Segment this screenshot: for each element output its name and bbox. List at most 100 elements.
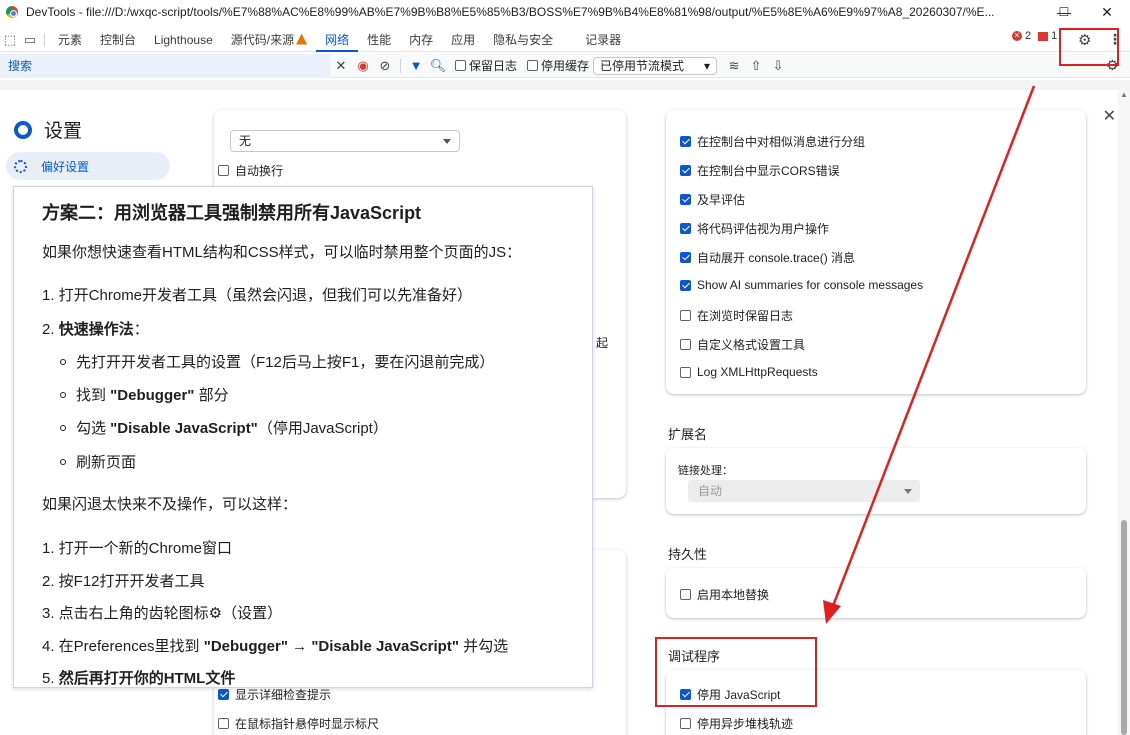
checkbox-label: 自动展开 console.trace() 消息 — [697, 251, 856, 265]
network-conditions-icon[interactable]: ≋ — [723, 58, 745, 74]
checkbox-box — [680, 589, 691, 600]
tab-network[interactable]: 网络 — [316, 28, 359, 52]
tab-lighthouse[interactable]: Lighthouse — [145, 28, 222, 52]
close-search-icon[interactable]: ✕ — [330, 58, 352, 74]
tutorial-fallback: 如果闪退太快来不及操作，可以这样： — [42, 496, 298, 513]
step-bold-text: "Disable JavaScript" — [311, 638, 459, 655]
tab-recorder[interactable]: 记录器 — [576, 28, 630, 52]
treat-as-user-checkbox[interactable]: 将代码评估视为用户操作 — [680, 220, 829, 237]
show-rulers-label: 在鼠标指针悬停时显示标尺 — [235, 717, 380, 731]
bullet-text: 刷新页面 — [76, 454, 137, 471]
checkbox-box — [527, 60, 539, 71]
checkbox-label: 及早评估 — [697, 193, 746, 207]
filter-icon[interactable]: ▼ — [405, 58, 427, 73]
tutorial-bullet: 勾选 "Disable JavaScript"（停用JavaScript） — [60, 417, 388, 438]
filter-row-background — [0, 80, 1130, 90]
search-icon[interactable]: 🔍︎ — [427, 58, 449, 74]
checkbox-box — [680, 310, 691, 321]
gear-highlight-box — [1059, 28, 1119, 66]
arrow-text: → — [287, 638, 312, 655]
message-icon — [1038, 31, 1049, 41]
tutorial-intro: 如果你想快速查看HTML结构和CSS样式，可以临时禁用整个页面的JS： — [42, 244, 522, 261]
device-toolbar-icon[interactable]: ▭ — [20, 32, 40, 48]
group-similar-checkbox[interactable]: 在控制台中对相似消息进行分组 — [680, 133, 865, 150]
link-handling-value: 自动 — [698, 484, 723, 498]
checkbox-box — [680, 366, 691, 378]
eager-eval-checkbox[interactable]: 及早评估 — [680, 191, 745, 208]
persistence-section-heading: 持久性 — [668, 547, 708, 562]
clear-icon[interactable]: ⊘ — [374, 58, 396, 74]
show-cors-checkbox[interactable]: 在控制台中显示CORS错误 — [680, 162, 840, 179]
disable-async-checkbox[interactable]: 停用异步堆栈轨迹 — [680, 715, 793, 732]
checkbox-label: 停用异步堆栈轨迹 — [697, 717, 794, 731]
tab-console[interactable]: 控制台 — [91, 28, 145, 52]
checkbox-box — [218, 689, 229, 700]
chrome-logo-icon — [14, 120, 32, 139]
checkbox-box — [218, 165, 229, 176]
detailed-inspect-label: 显示详细检查提示 — [235, 688, 332, 702]
disable-cache-label: 停用缓存 — [541, 59, 590, 73]
window-titlebar: DevTools - file:///D:/wxqc-script/tools/… — [0, 0, 1130, 24]
checkbox-box — [455, 60, 466, 71]
settings-scrollbar[interactable]: ▲ — [1118, 90, 1130, 735]
local-overrides-checkbox[interactable]: 启用本地替换 — [680, 586, 769, 603]
export-har-icon[interactable]: ⇩ — [767, 58, 789, 74]
bullet-text: 部分 — [194, 387, 229, 404]
bullet-icon — [60, 425, 66, 431]
detailed-inspect-checkbox[interactable]: 显示详细检查提示 — [218, 686, 331, 703]
tab-performance[interactable]: 性能 — [358, 28, 400, 52]
chevron-down-icon — [904, 489, 912, 494]
checkbox-box — [680, 194, 691, 205]
step-text: 并勾选 — [458, 638, 509, 655]
show-rulers-checkbox[interactable]: 在鼠标指针悬停时显示标尺 — [218, 715, 379, 732]
throttling-value: 已停用节流模式 — [600, 58, 685, 73]
maximize-button[interactable]: ☐ — [1041, 0, 1087, 24]
word-wrap-label: 自动换行 — [235, 164, 284, 178]
sidebar-item-preferences[interactable]: 偏好设置 — [6, 152, 170, 180]
step-number: 2. — [42, 321, 59, 338]
tab-privacy[interactable]: 隐私与安全 — [484, 28, 562, 52]
scroll-up-icon[interactable]: ▲ — [1120, 90, 1128, 99]
truncated-text: 起 — [596, 336, 609, 350]
tutorial-step: 1. 打开一个新的Chrome窗口 — [42, 540, 233, 557]
link-handling-select[interactable]: 自动 — [688, 480, 920, 502]
checkbox-box — [680, 339, 691, 350]
checkbox-label: 在控制台中对相似消息进行分组 — [697, 135, 866, 149]
preserve-log-label: 保留日志 — [469, 59, 518, 73]
checkbox-box — [680, 718, 691, 729]
inspect-element-icon[interactable]: ⬚ — [0, 32, 20, 48]
extensions-section-heading: 扩展名 — [668, 427, 708, 442]
search-panel-label[interactable]: 搜索 — [0, 53, 330, 78]
log-xhr-checkbox[interactable]: Log XMLHttpRequests — [680, 365, 818, 379]
preserve-on-nav-checkbox[interactable]: 在浏览时保留日志 — [680, 307, 793, 324]
custom-formatters-checkbox[interactable]: 自定义格式设置工具 — [680, 336, 805, 353]
preserve-log-checkbox[interactable]: 保留日志 — [455, 57, 517, 74]
expand-trace-checkbox[interactable]: 自动展开 console.trace() 消息 — [680, 249, 855, 266]
divider — [44, 32, 45, 47]
disable-cache-checkbox[interactable]: 停用缓存 — [527, 57, 589, 74]
throttling-select[interactable]: 已停用节流模式 ▾ — [593, 56, 718, 75]
ai-summaries-checkbox[interactable]: Show AI summaries for console messages — [680, 278, 923, 292]
checkbox-label: 在控制台中显示CORS错误 — [697, 164, 840, 178]
close-settings-icon[interactable]: ✕ — [1103, 106, 1116, 126]
checkbox-label: Show AI summaries for console messages — [697, 278, 924, 292]
tab-memory[interactable]: 内存 — [400, 28, 442, 52]
settings-select[interactable]: 无 — [230, 130, 460, 152]
tab-sources-label: 源代码/来源 — [230, 32, 295, 47]
stop-recording-icon[interactable]: ◉ — [352, 58, 374, 74]
tab-sources[interactable]: 源代码/来源 — [222, 28, 316, 52]
import-har-icon[interactable]: ⇧ — [745, 58, 767, 74]
step-text: 4. 在Preferences里找到 — [42, 638, 204, 655]
tutorial-bullet: 先打开开发者工具的设置（F12后马上按F1，要在闪退前完成） — [60, 351, 494, 372]
close-window-button[interactable]: ✕ — [1087, 0, 1127, 24]
scrollbar-thumb[interactable] — [1121, 520, 1127, 735]
tab-elements[interactable]: 元素 — [49, 28, 91, 52]
checkbox-box — [680, 136, 691, 147]
tutorial-step: 2. 快速操作法： — [42, 318, 149, 339]
tutorial-overlay: 方案二：用浏览器工具强制禁用所有JavaScript 如果你想快速查看HTML结… — [13, 186, 593, 688]
issues-counter[interactable]: ✕ 2 1 — [1012, 30, 1057, 42]
tab-application[interactable]: 应用 — [442, 28, 484, 52]
word-wrap-checkbox[interactable]: 自动换行 — [218, 162, 283, 179]
divider — [400, 58, 401, 73]
devtools-tabbar: ⬚ ▭ 元素 控制台 Lighthouse 源代码/来源 网络 性能 内存 应用… — [0, 28, 1130, 52]
